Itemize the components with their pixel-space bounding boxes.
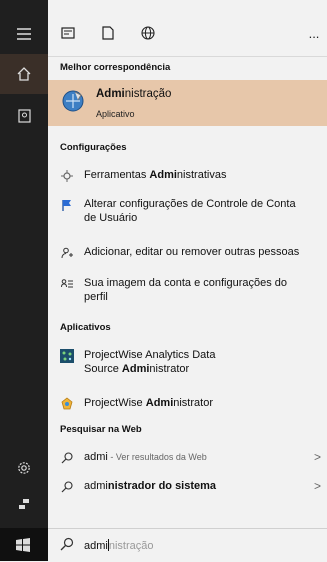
projectwise-admin-icon (60, 397, 74, 411)
search-box[interactable]: administração (48, 528, 327, 562)
section-settings: Configurações (60, 142, 127, 153)
search-icon (60, 451, 74, 465)
feedback-icon[interactable] (0, 484, 48, 524)
search-results-panel: ... Melhor correspondência Administração… (48, 0, 327, 528)
add-person-icon (60, 246, 74, 260)
gear-icon[interactable] (0, 448, 48, 488)
more-button[interactable]: ... (302, 22, 326, 44)
web-icon[interactable] (136, 22, 160, 44)
tools-icon (60, 169, 74, 183)
flag-icon (60, 198, 74, 212)
search-icon (60, 480, 74, 494)
account-list-icon (60, 277, 74, 291)
best-match-title: Administração (96, 88, 172, 100)
filter-bar: ... (48, 0, 327, 57)
apps-icon[interactable] (56, 22, 80, 44)
section-best-match: Melhor correspondência (60, 62, 171, 73)
chevron-right-icon[interactable]: > (314, 450, 321, 464)
best-match-item[interactable]: Administração Aplicativo (48, 80, 327, 126)
section-apps: Aplicativos (60, 322, 111, 333)
section-web: Pesquisar na Web (60, 424, 142, 435)
chevron-right-icon[interactable]: > (314, 479, 321, 493)
notebook-icon[interactable] (0, 96, 48, 136)
admin-tools-icon (60, 88, 86, 114)
search-icon (60, 537, 76, 553)
home-icon[interactable] (0, 54, 48, 94)
projectwise-analytics-icon (60, 349, 74, 363)
hamburger-icon[interactable] (0, 14, 48, 54)
search-input[interactable]: administração (84, 539, 153, 552)
left-rail (0, 0, 48, 561)
windows-start-icon[interactable] (16, 538, 30, 557)
best-match-subtitle: Aplicativo (96, 109, 135, 119)
document-icon[interactable] (96, 22, 120, 44)
